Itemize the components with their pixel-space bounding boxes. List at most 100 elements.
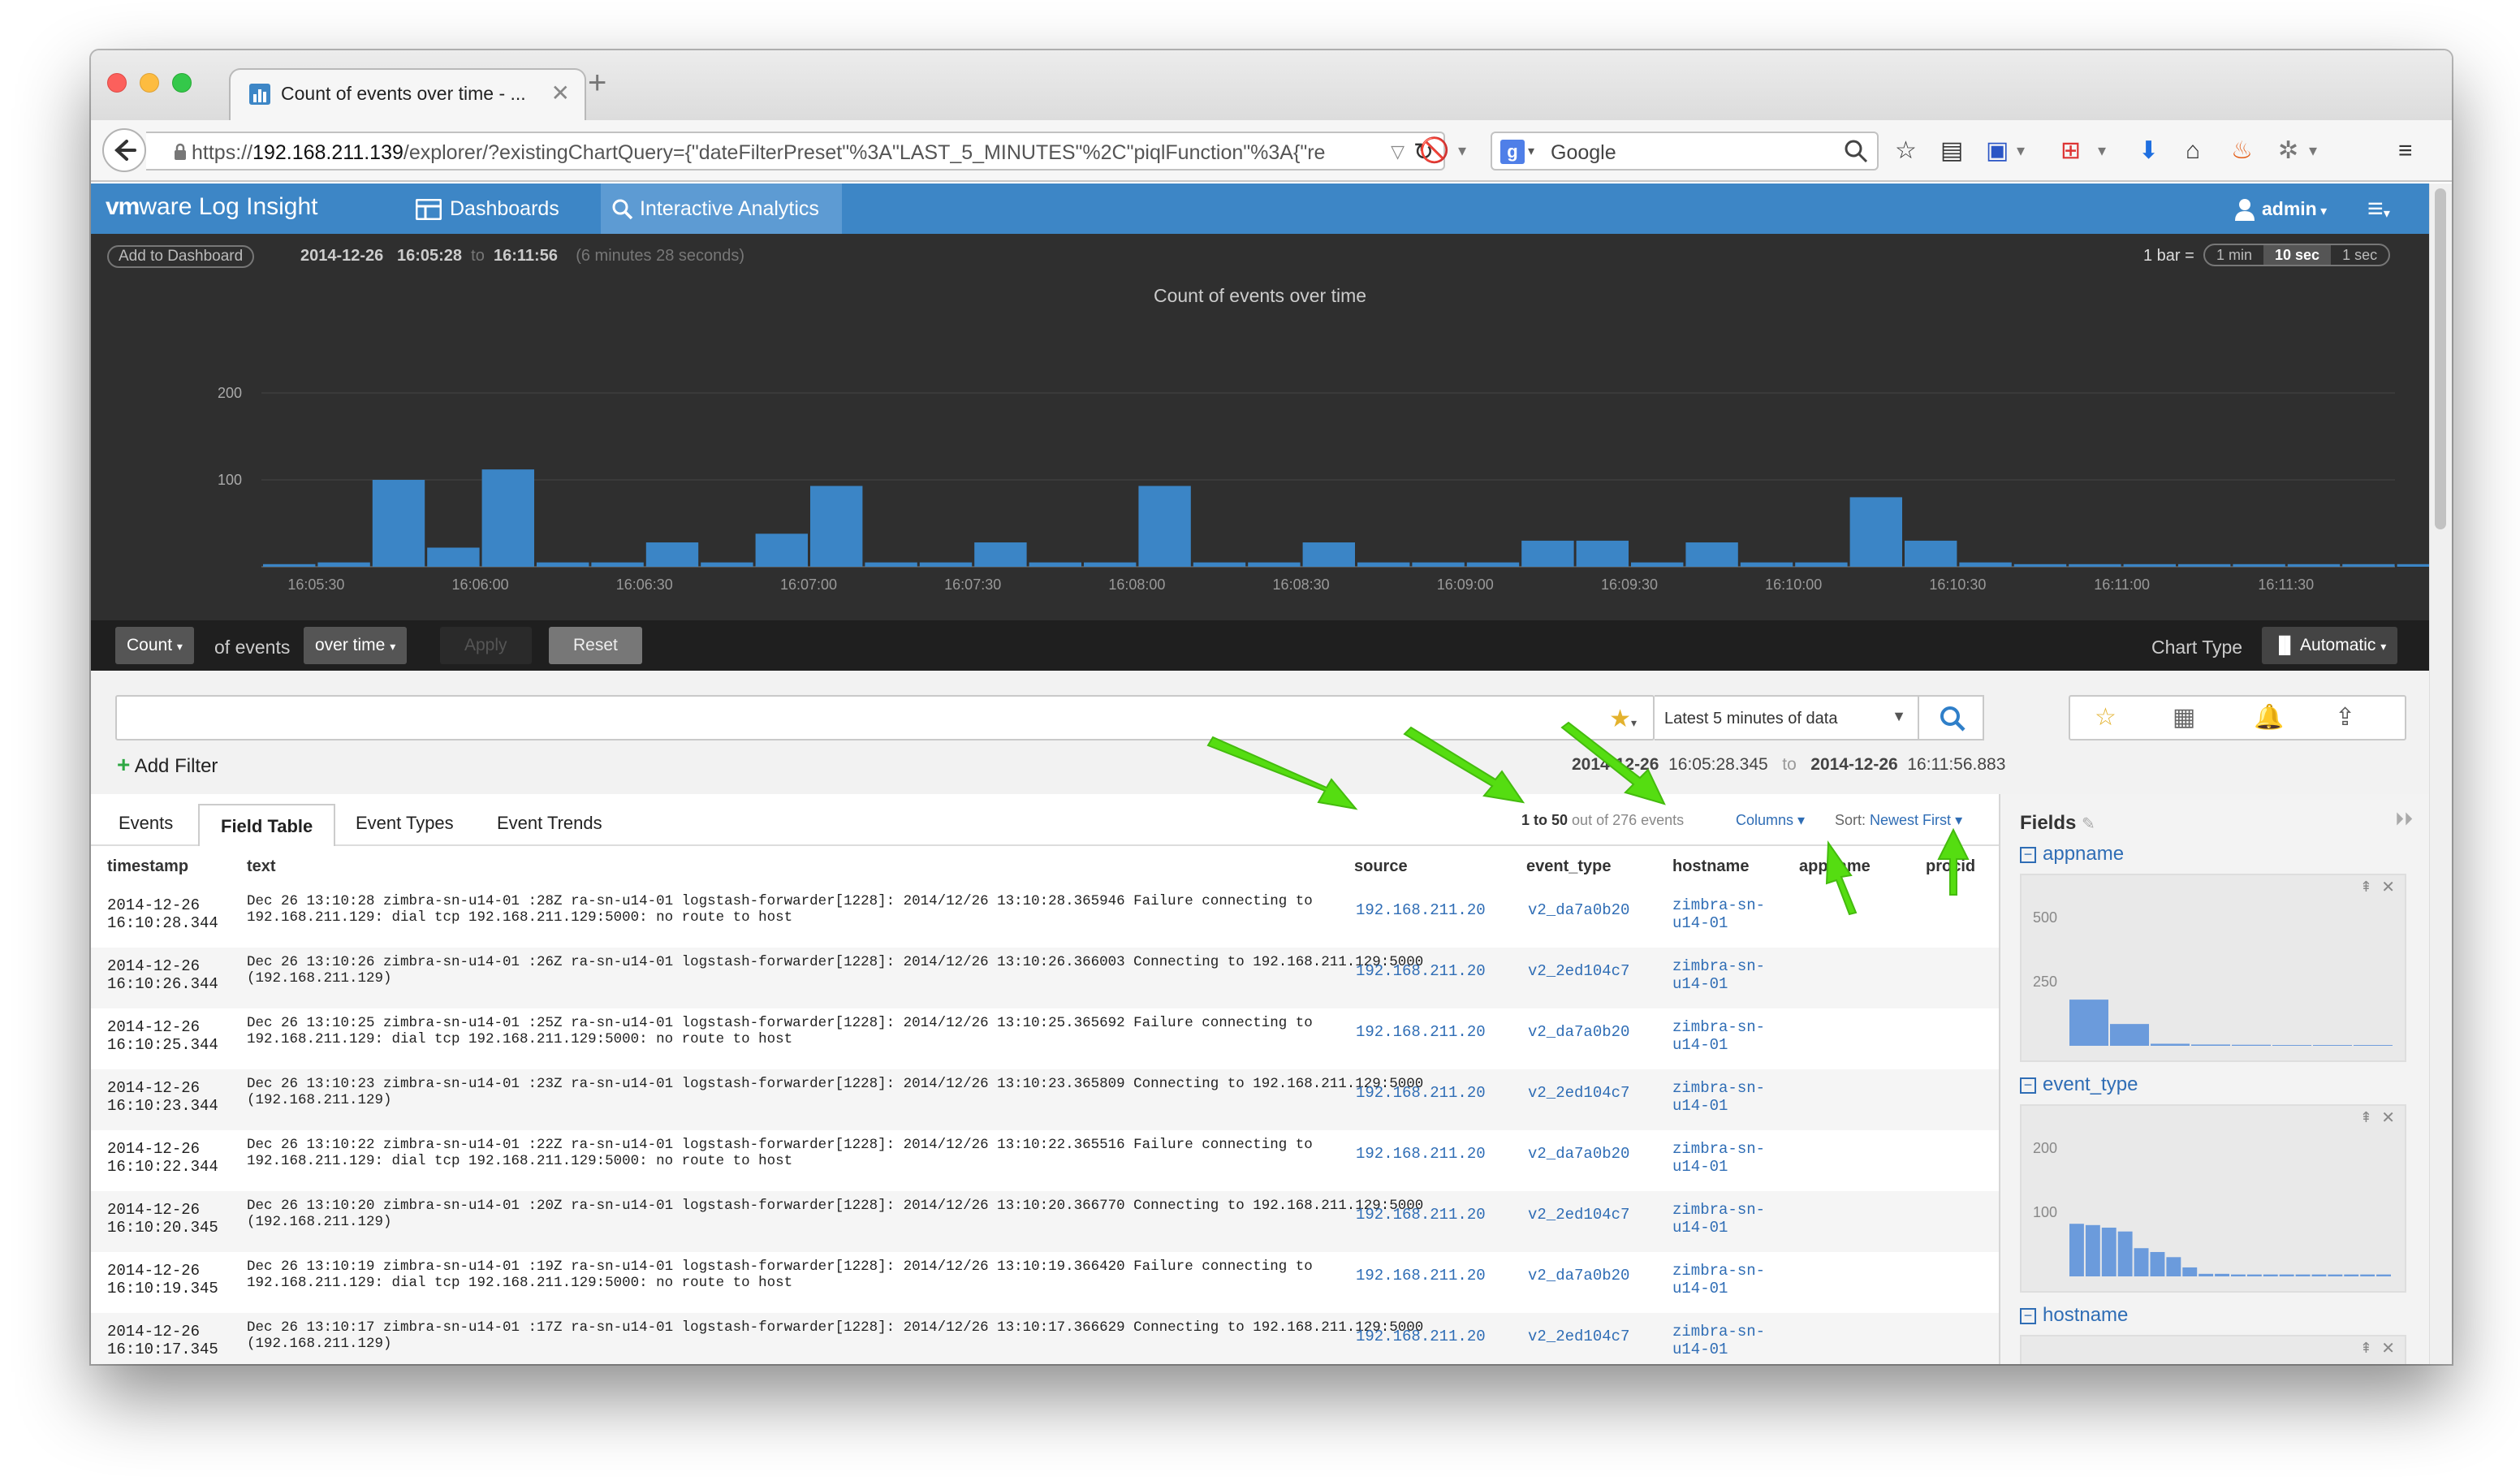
- export-share-icon[interactable]: ⇪: [2335, 703, 2355, 732]
- chart-bar[interactable]: [1740, 562, 1793, 567]
- close-window-button[interactable]: [107, 73, 127, 93]
- histogram-bar[interactable]: [2354, 1045, 2393, 1046]
- chart-bar[interactable]: [1248, 562, 1301, 567]
- cell-hostname-link[interactable]: zimbra-sn-u14-01: [1672, 1079, 1770, 1115]
- histogram-bar[interactable]: [2069, 1000, 2108, 1046]
- col-hostname[interactable]: hostname: [1672, 857, 1749, 876]
- chart-bar[interactable]: [701, 562, 753, 567]
- histogram-bar[interactable]: [2101, 1227, 2117, 1276]
- reading-list-icon[interactable]: ▤: [1940, 136, 1963, 166]
- chart-bar[interactable]: [427, 547, 480, 567]
- cell-hostname-link[interactable]: zimbra-sn-u14-01: [1672, 896, 1770, 932]
- time-range-dropdown[interactable]: Latest 5 minutes of data ▼: [1655, 695, 1919, 740]
- col-procid[interactable]: procid: [1926, 857, 1975, 876]
- cell-source-link[interactable]: 192.168.211.20: [1356, 901, 1486, 919]
- col-timestamp[interactable]: timestamp: [107, 857, 188, 876]
- user-menu[interactable]: admin ▾: [2234, 184, 2327, 234]
- tab-close-icon[interactable]: ✕: [551, 80, 570, 106]
- collapse-minus-icon[interactable]: −: [2020, 1077, 2036, 1094]
- chart-bar[interactable]: [537, 562, 589, 567]
- histogram-bar[interactable]: [2085, 1224, 2100, 1276]
- browser-tab[interactable]: Count of events over time - ... ✕: [229, 68, 586, 120]
- histogram-bar[interactable]: [2117, 1231, 2133, 1276]
- new-tab-button[interactable]: +: [588, 67, 606, 99]
- addon-dropdown-icon[interactable]: ▾: [1458, 136, 1466, 166]
- histogram-bar[interactable]: [2263, 1274, 2278, 1276]
- tab-events[interactable]: Events: [97, 802, 194, 848]
- collapse-panel-icon[interactable]: ⏵⏵: [2395, 809, 2413, 830]
- col-appname[interactable]: appname: [1799, 857, 1871, 876]
- table-row[interactable]: 2014-12-26 16:10:20.345 Dec 26 13:10:20 zi…: [91, 1191, 1999, 1252]
- field-header-appname[interactable]: − appname: [2020, 843, 2124, 866]
- cell-event-type-link[interactable]: v2_2ed104c7: [1528, 1084, 1629, 1102]
- table-row[interactable]: 2014-12-26 16:10:23.344 Dec 26 13:10:23 zi…: [91, 1069, 1999, 1130]
- chart-bar[interactable]: [2069, 563, 2121, 567]
- add-to-dashboard-icon[interactable]: ▦: [2173, 703, 2195, 732]
- add-favorite-icon[interactable]: ☆: [2095, 703, 2117, 732]
- chart-bar[interactable]: [1685, 542, 1738, 567]
- histogram-bar[interactable]: [2376, 1274, 2391, 1276]
- chart-bar[interactable]: [591, 562, 644, 567]
- histogram-bar[interactable]: [2191, 1044, 2230, 1046]
- histogram-bar[interactable]: [2182, 1267, 2198, 1276]
- minimize-window-button[interactable]: [140, 73, 159, 93]
- histogram-bar[interactable]: [2150, 1251, 2165, 1276]
- cell-event-type-link[interactable]: v2_2ed104c7: [1528, 1328, 1629, 1345]
- tab-field-table[interactable]: Field Table: [198, 804, 336, 849]
- table-row[interactable]: 2014-12-26 16:10:26.344 Dec 26 13:10:26 zi…: [91, 948, 1999, 1008]
- chart-bar[interactable]: [1029, 562, 1081, 567]
- col-text[interactable]: text: [247, 857, 276, 876]
- histogram-bar[interactable]: [2134, 1248, 2149, 1276]
- addon-plus-icon[interactable]: ⊞: [2060, 136, 2081, 166]
- nav-dashboards[interactable]: Dashboards: [404, 184, 577, 234]
- url-dropdown-icon[interactable]: ▽: [1391, 141, 1405, 162]
- histogram-bar[interactable]: [2151, 1043, 2190, 1046]
- chart-bar[interactable]: [2178, 563, 2231, 567]
- chart-bar[interactable]: [1795, 562, 1848, 567]
- chart-bar[interactable]: [2233, 563, 2285, 567]
- chart-bar[interactable]: [372, 480, 425, 567]
- addon-bug-dropdown-icon[interactable]: ▾: [2309, 136, 2317, 166]
- magnifier-icon[interactable]: [1843, 138, 1869, 164]
- nav-interactive-analytics[interactable]: Interactive Analytics: [601, 184, 842, 234]
- chart-bar[interactable]: [2123, 563, 2176, 567]
- histogram-bar[interactable]: [2110, 1024, 2149, 1046]
- chart-bar[interactable]: [1576, 540, 1629, 567]
- cell-hostname-link[interactable]: zimbra-sn-u14-01: [1672, 1201, 1770, 1237]
- query-input[interactable]: ★▾: [115, 695, 1655, 740]
- chart-bar[interactable]: [263, 563, 316, 567]
- chart-bar[interactable]: [1193, 562, 1246, 567]
- histogram-bar[interactable]: [2199, 1273, 2214, 1276]
- chart-bar[interactable]: [1412, 562, 1465, 567]
- save-dropdown-icon[interactable]: ▾: [2017, 136, 2025, 166]
- main-menu-icon[interactable]: ≡▾: [2367, 184, 2390, 234]
- cell-source-link[interactable]: 192.168.211.20: [1356, 1267, 1486, 1285]
- chart-bar[interactable]: [2397, 563, 2429, 567]
- field-header-event_type[interactable]: − event_type: [2020, 1073, 2138, 1096]
- cell-source-link[interactable]: 192.168.211.20: [1356, 1206, 1486, 1224]
- chart-bar[interactable]: [1959, 562, 2012, 567]
- cell-source-link[interactable]: 192.168.211.20: [1356, 1023, 1486, 1041]
- table-row[interactable]: 2014-12-26 16:10:28.344 Dec 26 13:10:28 zi…: [91, 887, 1999, 948]
- edit-pencil-icon[interactable]: ✎: [2082, 815, 2095, 833]
- alert-bell-icon[interactable]: 🔔: [2254, 703, 2284, 732]
- chart-bar[interactable]: [1302, 542, 1355, 567]
- chart-bar[interactable]: [1084, 562, 1137, 567]
- save-disk-icon[interactable]: ▣: [1986, 136, 2009, 166]
- table-row[interactable]: 2014-12-26 16:10:17.345 Dec 26 13:10:17 zi…: [91, 1313, 1999, 1364]
- sort-dropdown[interactable]: Sort: Newest First ▾: [1835, 812, 1962, 829]
- browser-menu-icon[interactable]: ≡: [2398, 136, 2413, 166]
- reset-button[interactable]: Reset: [549, 627, 642, 664]
- firebug-icon[interactable]: ♨: [2231, 136, 2253, 166]
- apply-button[interactable]: Apply: [440, 627, 532, 664]
- collapse-minus-icon[interactable]: −: [2020, 1307, 2036, 1324]
- bookmark-star-icon[interactable]: ☆: [1895, 136, 1917, 166]
- home-icon[interactable]: ⌂: [2186, 136, 2200, 166]
- histogram-bar[interactable]: [2279, 1274, 2294, 1276]
- cell-hostname-link[interactable]: zimbra-sn-u14-01: [1672, 1018, 1770, 1054]
- chart-bar[interactable]: [865, 562, 917, 567]
- histogram-bar[interactable]: [2344, 1274, 2359, 1276]
- cell-source-link[interactable]: 192.168.211.20: [1356, 1084, 1486, 1102]
- group-by-dropdown[interactable]: over time ▾: [304, 627, 408, 664]
- histogram-bar[interactable]: [2232, 1044, 2271, 1046]
